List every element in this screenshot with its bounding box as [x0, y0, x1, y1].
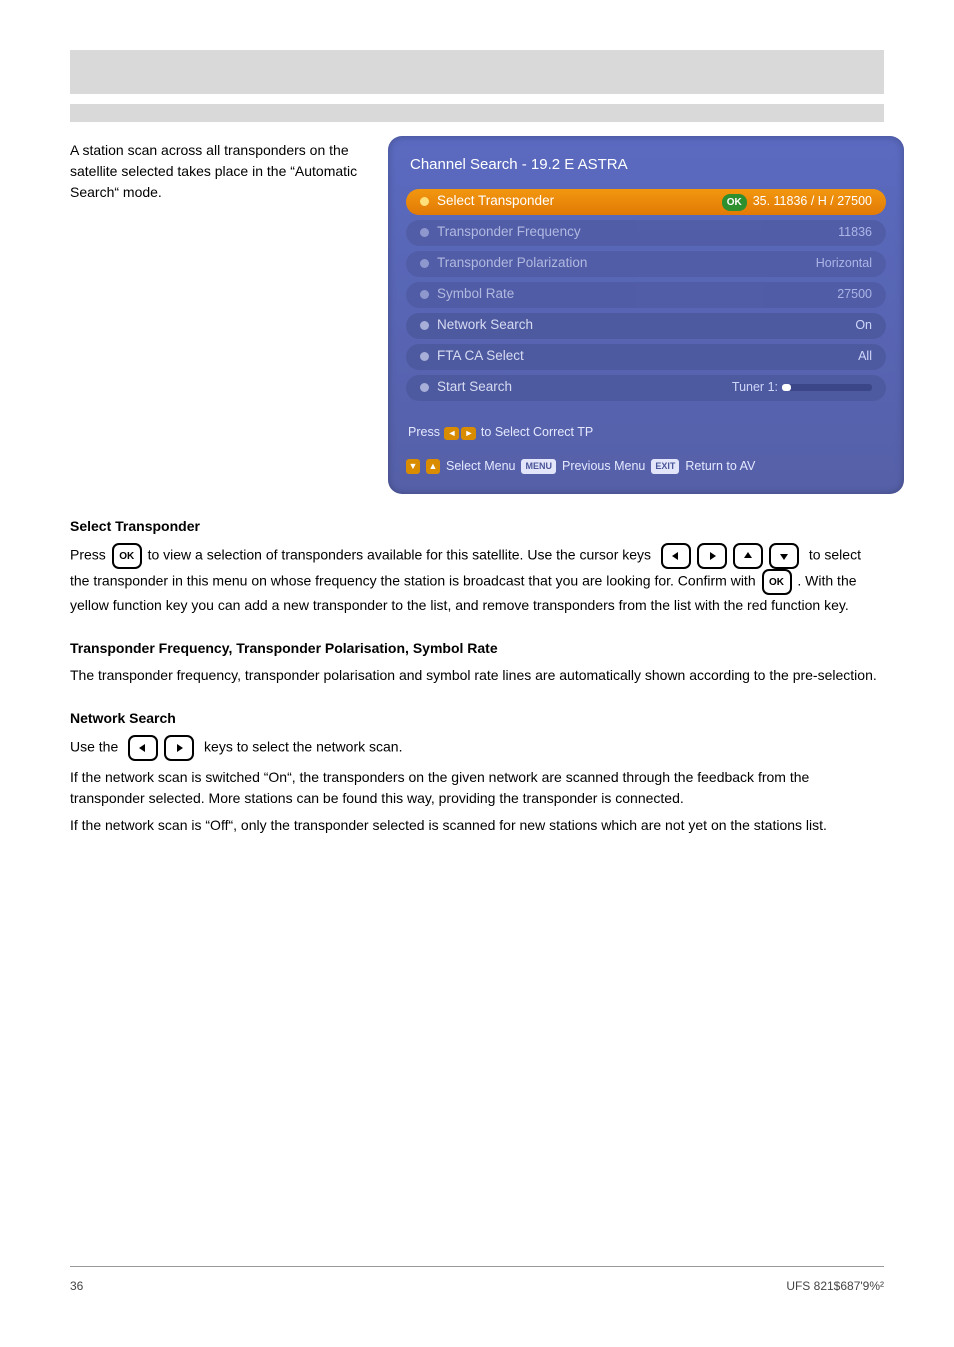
footer-rule — [70, 1266, 884, 1267]
up-key-icon — [733, 543, 763, 569]
row-label: Network Search — [437, 315, 855, 335]
body-copy: Select Transponder Press OK to view a sel… — [70, 516, 884, 836]
menu-key-icon: MENU — [521, 459, 556, 475]
bullet-icon — [420, 321, 429, 330]
osd-row-select-tp[interactable]: Select TransponderOK35. 11836 / H / 2750… — [406, 189, 886, 215]
paragraph-heading: Network Search — [70, 708, 884, 729]
left-icon: ◄ — [444, 427, 459, 440]
bullet-icon — [420, 290, 429, 299]
paragraph: The transponder frequency, transponder p… — [70, 665, 884, 686]
bullet-icon — [420, 352, 429, 361]
row-value: All — [858, 347, 872, 366]
right-key-icon — [164, 735, 194, 761]
bullet-icon — [420, 383, 429, 392]
bullet-icon — [420, 228, 429, 237]
row-value: 11836 — [838, 223, 872, 242]
osd-row-tp-freq: Transponder Frequency11836 — [406, 220, 886, 246]
row-value: On — [855, 316, 872, 335]
row-label: Symbol Rate — [437, 284, 837, 304]
osd-row-net-search[interactable]: Network SearchOn — [406, 313, 886, 339]
section-subtitle-bar — [70, 104, 884, 122]
row-value: Horizontal — [816, 254, 872, 273]
row-value: 27500 — [837, 285, 872, 304]
ok-key-icon: OK — [112, 543, 142, 569]
footer-right: UFS 821$687'9%² — [786, 1277, 884, 1295]
bullet-icon — [420, 197, 429, 206]
up-icon: ▲ — [426, 459, 440, 475]
paragraph: If the network scan is “Off“, only the t… — [70, 815, 884, 836]
row-label: FTA CA Select — [437, 346, 858, 366]
down-key-icon — [769, 543, 799, 569]
right-icon: ► — [461, 427, 476, 440]
row-value: Tuner 1: — [732, 378, 872, 397]
left-key-icon — [128, 735, 158, 761]
signal-bar — [782, 384, 872, 391]
row-label: Transponder Frequency — [437, 222, 838, 242]
section-title-bar — [70, 50, 884, 94]
osd-footer: ▼▲ Select Menu MENU Previous Menu EXIT R… — [406, 457, 886, 476]
page-footer: 36 UFS 821$687'9%² — [70, 1277, 884, 1295]
page-number: 36 — [70, 1277, 83, 1295]
paragraph: Use the keys to select the network scan. — [70, 735, 884, 761]
left-key-icon — [661, 543, 691, 569]
paragraph-heading: Transponder Frequency, Transponder Polar… — [70, 638, 884, 659]
ok-pill-icon: OK — [722, 194, 747, 211]
paragraph: If the network scan is switched “On“, th… — [70, 767, 884, 809]
osd-title: Channel Search - 19.2 E ASTRA — [410, 154, 886, 177]
osd-row-start[interactable]: Start SearchTuner 1: — [406, 375, 886, 401]
osd-row-tp-pol: Transponder PolarizationHorizontal — [406, 251, 886, 277]
down-icon: ▼ — [406, 459, 420, 475]
row-label: Start Search — [437, 377, 732, 397]
row-value: OK35. 11836 / H / 27500 — [722, 192, 872, 211]
bullet-icon — [420, 259, 429, 268]
exit-key-icon: EXIT — [651, 459, 679, 475]
ok-key-icon: OK — [762, 569, 792, 595]
osd-row-sym-rate: Symbol Rate27500 — [406, 282, 886, 308]
right-key-icon — [697, 543, 727, 569]
row-label: Transponder Polarization — [437, 253, 816, 273]
osd-row-fta-ca[interactable]: FTA CA SelectAll — [406, 344, 886, 370]
paragraph: Press OK to view a selection of transpon… — [70, 543, 884, 616]
osd-hint: Press ◄► to Select Correct TP — [408, 423, 886, 442]
intro-paragraph: A station scan across all transponders o… — [70, 136, 370, 494]
paragraph-heading: Select Transponder — [70, 516, 884, 537]
osd-screenshot: Channel Search - 19.2 E ASTRA Select Tra… — [388, 136, 904, 494]
row-label: Select Transponder — [437, 191, 722, 211]
